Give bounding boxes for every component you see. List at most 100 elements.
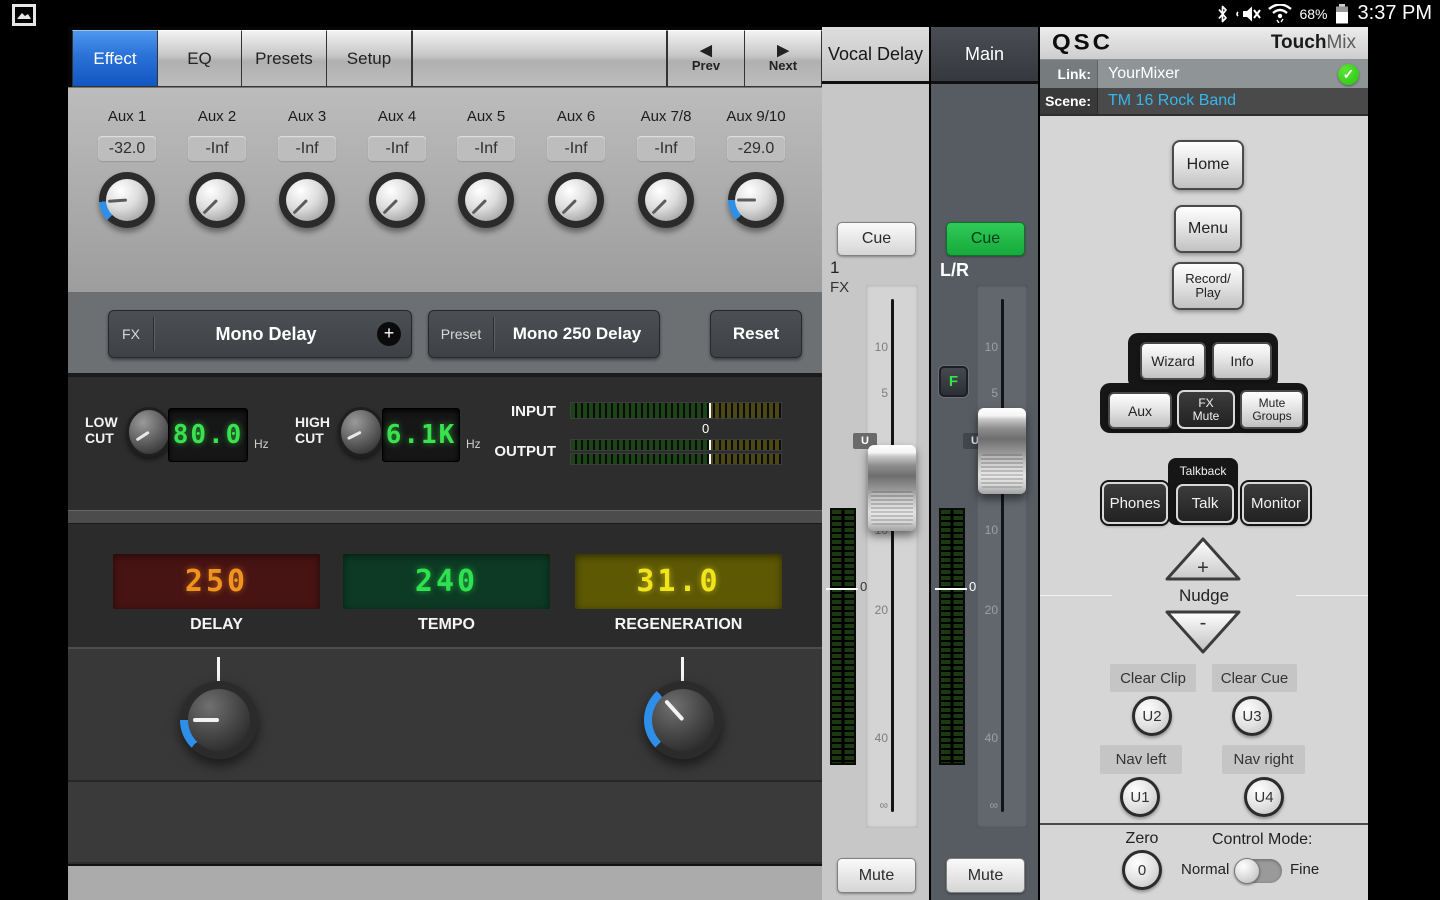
aux-knob[interactable] <box>638 172 694 228</box>
user-button-3[interactable]: U3 <box>1232 696 1272 736</box>
control-panel: QSC TouchMix Link: YourMixer ✓ Scene: TM… <box>1040 27 1368 900</box>
prev-label: Prev <box>692 58 720 73</box>
fx-type-selector[interactable]: FX Mono Delay + <box>108 310 412 358</box>
wifi-icon <box>1268 4 1292 23</box>
aux-send-5: Aux 5 -Inf <box>441 88 531 293</box>
regeneration-display[interactable]: 31.0 <box>575 554 782 609</box>
delay-display[interactable]: 250 <box>113 554 320 609</box>
input-label: INPUT <box>486 403 556 420</box>
normal-label: Normal <box>1181 861 1229 878</box>
effect-panel-footer <box>68 864 822 900</box>
fx-mute-button[interactable]: FXMute <box>1177 390 1235 429</box>
scene-label: Scene: <box>1040 88 1098 114</box>
user-button-1[interactable]: U1 <box>1120 777 1160 817</box>
nav-right-label: Nav right <box>1222 745 1305 774</box>
talk-button[interactable]: Talk <box>1176 484 1234 523</box>
channel-name-header[interactable]: Vocal Delay <box>822 27 929 84</box>
aux-knob[interactable] <box>548 172 604 228</box>
delay-knob[interactable] <box>180 681 258 759</box>
aux-value[interactable]: -29.0 <box>727 136 785 161</box>
high-cut-knob[interactable] <box>338 407 384 457</box>
prev-button[interactable]: ◀ Prev <box>667 30 745 87</box>
menu-button[interactable]: Menu <box>1174 205 1242 253</box>
channel-mute-button[interactable]: Mute <box>837 858 916 893</box>
regeneration-knob[interactable] <box>644 681 722 759</box>
battery-icon <box>1335 4 1349 24</box>
tempo-display[interactable]: 240 <box>343 554 550 609</box>
aux-knob[interactable] <box>728 172 784 228</box>
fader-tick: 40 <box>978 731 998 745</box>
control-mode-toggle[interactable] <box>1234 859 1282 883</box>
fine-label: Fine <box>1290 861 1319 878</box>
aux-sends-section: Aux 1 -32.0 Aux 2 -Inf Aux 3 -Inf Aux 4 … <box>68 87 822 293</box>
main-cue-button[interactable]: Cue <box>946 222 1025 256</box>
tab-spacer <box>412 30 667 87</box>
aux-knob[interactable] <box>458 172 514 228</box>
main-bus-label: L/R <box>940 260 969 281</box>
channel-fader-handle[interactable] <box>868 445 916 531</box>
scene-value[interactable]: TM 16 Rock Band <box>1108 92 1368 110</box>
aux-label: Aux 2 <box>172 108 262 125</box>
aux-label: Aux 6 <box>531 108 621 125</box>
link-connected-icon: ✓ <box>1338 64 1359 85</box>
link-value[interactable]: YourMixer <box>1108 65 1338 83</box>
main-fader-handle[interactable] <box>978 408 1026 494</box>
aux-value[interactable]: -Inf <box>188 136 246 161</box>
fx-preset-selector[interactable]: Preset Mono 250 Delay <box>428 310 660 358</box>
tab-presets[interactable]: Presets <box>241 30 327 87</box>
record-play-button[interactable]: Record/Play <box>1172 262 1244 310</box>
reset-button[interactable]: Reset <box>710 310 802 358</box>
aux-send-1: Aux 1 -32.0 <box>82 88 172 293</box>
low-cut-label: LOWCUT <box>85 414 118 446</box>
channel-cue-button[interactable]: Cue <box>837 222 916 256</box>
next-button[interactable]: ▶ Next <box>744 30 822 87</box>
aux-button[interactable]: Aux <box>1108 392 1172 429</box>
aux-value[interactable]: -32.0 <box>98 136 156 161</box>
tab-effect[interactable]: Effect <box>72 30 158 87</box>
info-button[interactable]: Info <box>1212 342 1272 380</box>
tab-setup[interactable]: Setup <box>326 30 412 87</box>
clock: 3:37 PM <box>1358 2 1432 25</box>
next-label: Next <box>769 58 797 73</box>
main-fader-track[interactable]: 10 5 U 5 10 20 40 ∞ <box>976 285 1028 828</box>
nudge-down-button[interactable]: - <box>1163 608 1243 656</box>
nudge-label: Nudge <box>1040 586 1368 606</box>
aux-knob[interactable] <box>99 172 155 228</box>
aux-value[interactable]: -Inf <box>547 136 605 161</box>
main-mute-button[interactable]: Mute <box>946 858 1025 893</box>
aux-knob[interactable] <box>369 172 425 228</box>
main-strip: Main Cue L/R F 10 5 U 5 10 20 40 ∞ 0 Mut… <box>931 27 1038 900</box>
footer-divider <box>1040 823 1368 825</box>
regeneration-param-label: REGENERATION <box>575 616 782 634</box>
monitor-button[interactable]: Monitor <box>1242 482 1310 524</box>
aux-send-9-10: Aux 9/10 -29.0 <box>711 88 801 293</box>
tab-eq[interactable]: EQ <box>157 30 242 87</box>
aux-value[interactable]: -Inf <box>457 136 515 161</box>
fader-tick: 10 <box>868 340 888 354</box>
user-button-2[interactable]: U2 <box>1132 696 1172 736</box>
status-bar: 68% 3:37 PM <box>0 0 1440 27</box>
aux-label: Aux 1 <box>82 108 172 125</box>
zero-button[interactable]: 0 <box>1122 850 1162 890</box>
channel-bus-label: FX <box>830 279 849 296</box>
low-cut-knob[interactable] <box>126 407 172 457</box>
aux-knob[interactable] <box>189 172 245 228</box>
aux-knob[interactable] <box>279 172 335 228</box>
nudge-up-button[interactable]: + <box>1163 535 1243 583</box>
aux-label: Aux 5 <box>441 108 531 125</box>
wizard-button[interactable]: Wizard <box>1140 342 1206 380</box>
aux-value[interactable]: -Inf <box>278 136 336 161</box>
mute-groups-button[interactable]: MuteGroups <box>1240 390 1304 429</box>
filter-meter-row: LOWCUT 80.0 Hz HIGHCUT 6.1K Hz INPUT <box>68 377 822 510</box>
channel-fader-track[interactable]: 10 5 U 5 10 20 40 ∞ <box>866 285 918 828</box>
fx-expand-icon[interactable]: + <box>377 322 401 346</box>
fx-indicator-button[interactable]: F <box>939 366 968 397</box>
home-button[interactable]: Home <box>1172 140 1244 190</box>
aux-value[interactable]: -Inf <box>637 136 695 161</box>
aux-value[interactable]: -Inf <box>368 136 426 161</box>
fader-tick: ∞ <box>978 798 998 812</box>
link-row: Link: YourMixer ✓ <box>1040 60 1368 88</box>
phones-button[interactable]: Phones <box>1102 482 1168 524</box>
main-header[interactable]: Main <box>931 27 1038 84</box>
user-button-4[interactable]: U4 <box>1244 777 1284 817</box>
